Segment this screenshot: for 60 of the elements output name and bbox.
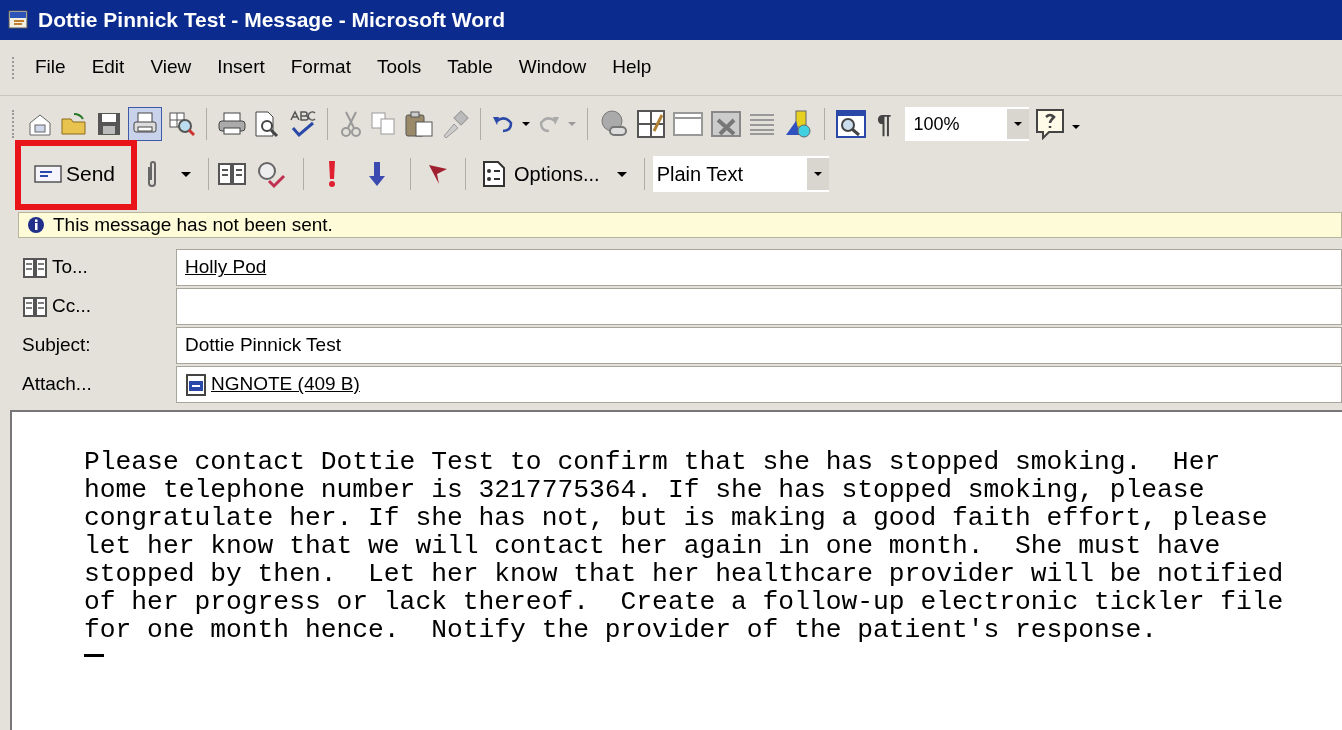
spelling-check-icon[interactable] — [287, 110, 317, 138]
send-button[interactable]: Send — [22, 154, 128, 194]
address-book-icon — [22, 295, 48, 318]
subject-field[interactable]: Dottie Pinnick Test — [176, 327, 1342, 364]
paste-icon[interactable] — [404, 110, 434, 138]
window-icon[interactable] — [672, 111, 704, 137]
document-map-icon[interactable] — [835, 109, 867, 139]
word-document-icon — [8, 9, 30, 31]
body-text-line: of her progress or lack thereof. Create a follow-up electronic tickler file — [84, 588, 1284, 616]
address-book-icon[interactable] — [217, 161, 248, 187]
message-body[interactable] — [10, 410, 1342, 730]
menu-item[interactable]: Format — [279, 53, 362, 82]
recipient-field[interactable]: Holly Pod — [176, 249, 1342, 286]
zoom-combo[interactable]: 100% — [905, 107, 1030, 141]
menu-item[interactable]: View — [139, 53, 203, 82]
menu-item[interactable]: Table — [436, 53, 504, 82]
window-title: Dottie Pinnick Test - Message - Microsoft Word — [38, 7, 506, 34]
attachment-file-icon — [185, 372, 207, 397]
body-text-line: congratulate her. If she has not, but is making a good faith effort, please — [84, 504, 1268, 532]
body-text-line: stopped by then. Let her know that her healthcare provider will be notified — [84, 560, 1284, 588]
chart-window-icon[interactable] — [710, 110, 742, 138]
envelope-icon — [34, 164, 62, 184]
menu-item[interactable]: Edit — [80, 53, 136, 82]
dropdown-arrow-icon[interactable] — [615, 170, 628, 178]
menu-item[interactable]: File — [24, 53, 77, 82]
format-combo[interactable]: Plain Text — [652, 156, 829, 192]
dropdown-arrow-icon — [812, 170, 823, 178]
address-book-icon — [22, 256, 48, 279]
options-button[interactable]: Options... — [474, 154, 608, 194]
body-text-line: let her know that we will contact her again in one month. She must have — [84, 532, 1221, 560]
table-magnifier-icon[interactable] — [168, 111, 196, 137]
help-icon[interactable] — [1035, 108, 1066, 140]
dropdown-arrow-icon[interactable] — [180, 170, 193, 178]
menu-item[interactable]: Insert — [206, 53, 276, 82]
down-arrow-icon[interactable] — [368, 160, 387, 188]
dropdown-arrow-icon[interactable] — [521, 120, 531, 128]
recipient-field[interactable] — [176, 288, 1342, 325]
menu-item[interactable]: Help — [601, 53, 663, 82]
attachment-field[interactable]: NGNOTE (409 B) — [176, 366, 1342, 403]
toolbar-toggle[interactable] — [128, 107, 162, 141]
body-text-line: home telephone number is 3217775364. If she has stopped smoking, please — [84, 476, 1205, 504]
end-of-document-mark — [84, 654, 104, 657]
address-button[interactable]: Cc... — [18, 289, 176, 324]
check-names-icon[interactable] — [255, 159, 288, 189]
dropdown-arrow-icon — [1013, 120, 1024, 128]
print-preview-icon[interactable] — [253, 110, 281, 138]
body-text-line: Please contact Dottie Test to confirm that she has stopped smoking. Her — [84, 448, 1221, 476]
field-label: Subject: — [21, 333, 92, 358]
field-label: Attach... — [21, 372, 93, 397]
info-icon — [27, 216, 45, 234]
list-document-icon — [482, 160, 507, 188]
address-button[interactable]: To... — [18, 250, 176, 285]
body-text-line: for one month hence. Notify the provider of the patient's response. — [84, 616, 1158, 644]
save-icon[interactable] — [96, 111, 122, 137]
info-message: This message has not been sent. — [53, 212, 333, 237]
menu-item[interactable]: Window — [507, 53, 598, 82]
show-formatting-button[interactable]: ¶ — [873, 104, 896, 144]
printer-icon[interactable] — [217, 111, 247, 137]
menu-item[interactable]: Tools — [365, 53, 433, 82]
table-pencil-icon[interactable] — [636, 109, 666, 139]
